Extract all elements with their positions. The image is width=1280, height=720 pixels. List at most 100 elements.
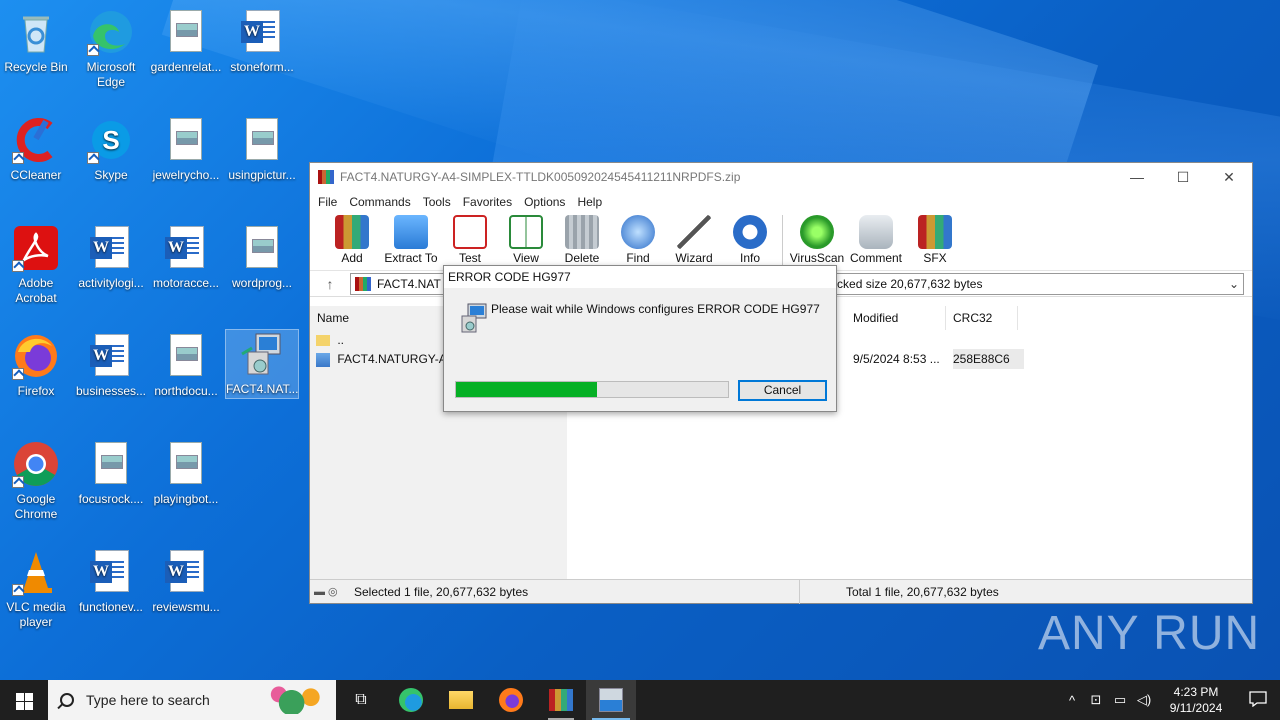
dialog-title[interactable]: ERROR CODE HG977 <box>444 266 836 288</box>
desktop-icon-vlc[interactable]: VLC media player <box>0 548 72 630</box>
clock[interactable]: 4:23 PM 9/11/2024 <box>1156 684 1236 716</box>
column-header-name[interactable]: Name <box>310 306 450 330</box>
word-document-icon: W <box>162 548 210 596</box>
firefox-icon <box>12 332 60 380</box>
volume-icon[interactable]: ◁) <box>1132 692 1156 708</box>
column-header-modified[interactable]: Modified <box>846 306 946 330</box>
start-button[interactable] <box>0 680 48 720</box>
chevron-up-icon[interactable]: ^ <box>1060 693 1084 708</box>
up-arrow-icon[interactable]: ↑ <box>310 276 350 292</box>
taskbar-firefox[interactable] <box>486 680 536 720</box>
toolbar-info-button[interactable]: Info <box>722 213 778 265</box>
toolbar-separator <box>782 215 783 265</box>
menu-help[interactable]: Help <box>571 195 608 209</box>
shortcut-arrow-icon <box>12 476 24 488</box>
desktop-icon-focusrock[interactable]: focusrock.... <box>75 440 147 507</box>
image-file-icon <box>162 332 210 380</box>
desktop-icon-wordprog[interactable]: wordprog... <box>226 224 298 291</box>
desktop-icon-ccleaner[interactable]: CCleaner <box>0 116 72 183</box>
toolbar-virusscan-button[interactable]: VirusScan <box>789 213 845 265</box>
add-books-icon <box>335 215 369 249</box>
title-bar[interactable]: FACT4.NATURGY-A4-SIMPLEX-TTLDK0050920245… <box>310 163 1252 191</box>
desktop-icon-microsoft-edge[interactable]: Microsoft Edge <box>75 8 147 90</box>
menu-file[interactable]: File <box>312 195 343 209</box>
row-crc32: 258E88C6 <box>953 349 1024 369</box>
shortcut-arrow-icon <box>12 368 24 380</box>
taskbar-search-box[interactable]: Type here to search <box>48 680 336 720</box>
taskbar-edge[interactable] <box>386 680 436 720</box>
cancel-button[interactable]: Cancel <box>738 380 827 401</box>
archive-size-text: npacked size 20,677,632 bytes <box>817 276 983 291</box>
toolbar-wizard-button[interactable]: Wizard <box>666 213 722 265</box>
desktop-icon-usingpictur[interactable]: usingpictur... <box>226 116 298 183</box>
taskbar-winrar[interactable] <box>536 680 586 720</box>
desktop-icon-firefox[interactable]: Firefox <box>0 332 72 399</box>
task-view-button[interactable]: ⧉ <box>336 680 386 720</box>
menu-tools[interactable]: Tools <box>417 195 457 209</box>
chevron-down-icon[interactable]: ⌄ <box>1229 277 1239 291</box>
column-header-crc32[interactable]: CRC32 <box>946 306 1018 330</box>
toolbar-add-button[interactable]: Add <box>324 213 380 265</box>
row-name: FACT4.NATURGY-A4- <box>337 352 458 366</box>
toolbar-label: Find <box>626 251 650 265</box>
toolbar-view-button[interactable]: View <box>498 213 554 265</box>
desktop-icon-adobe-acrobat[interactable]: Adobe Acrobat <box>0 224 72 306</box>
winrar-app-icon <box>318 170 334 184</box>
toolbar-comment-button[interactable]: Comment <box>845 213 907 265</box>
network-icon[interactable]: ▭ <box>1108 692 1132 708</box>
desktop-icon-google-chrome[interactable]: Google Chrome <box>0 440 72 522</box>
toolbar-label: Info <box>739 251 760 265</box>
menu-commands[interactable]: Commands <box>343 195 416 209</box>
edge-icon <box>87 8 135 56</box>
desktop-icon-businesses[interactable]: W businesses... <box>75 332 147 399</box>
row-name: .. <box>337 333 345 347</box>
icon-label: gardenrelat... <box>150 60 222 74</box>
toolbar-find-button[interactable]: Find <box>610 213 666 265</box>
skype-icon: S <box>87 116 135 164</box>
network-alt-icon[interactable]: ⊡ <box>1084 692 1108 708</box>
desktop-icon-recycle-bin[interactable]: Recycle Bin <box>0 8 72 75</box>
icon-label: Firefox <box>17 384 55 398</box>
desktop-icon-activitylogi[interactable]: W activitylogi... <box>75 224 147 291</box>
image-file-icon <box>162 8 210 56</box>
desktop-icon-reviewsmu[interactable]: W reviewsmu... <box>150 548 222 615</box>
table-row[interactable]: .. <box>316 330 344 350</box>
taskbar-installer[interactable] <box>586 680 636 720</box>
vlc-cone-icon <box>12 548 60 596</box>
desktop-icon-playingbot[interactable]: playingbot... <box>150 440 222 507</box>
magnifier-icon <box>621 215 655 249</box>
desktop-icon-skype[interactable]: S Skype <box>75 116 147 183</box>
desktop-icon-jewelrycho[interactable]: jewelrycho... <box>150 116 222 183</box>
notification-icon[interactable] <box>1236 690 1280 710</box>
icon-label: Google Chrome <box>14 492 58 521</box>
menu-options[interactable]: Options <box>518 195 571 209</box>
desktop-icon-fact4[interactable]: FACT4.NAT... <box>225 329 299 399</box>
icon-label: FACT4.NAT... <box>226 382 299 396</box>
minimize-button[interactable]: — <box>1114 163 1160 191</box>
close-button[interactable]: ✕ <box>1206 163 1252 191</box>
shortcut-arrow-icon <box>12 260 24 272</box>
toolbar-extract-to-button[interactable]: Extract To <box>380 213 442 265</box>
toolbar-test-button[interactable]: Test <box>442 213 498 265</box>
toolbar-label: Extract To <box>384 251 438 265</box>
icon-label: stoneform... <box>230 60 294 74</box>
taskbar-file-explorer[interactable] <box>436 680 486 720</box>
search-highlight-illustration-icon <box>266 686 330 714</box>
shortcut-arrow-icon <box>12 152 24 164</box>
word-document-icon: W <box>162 224 210 272</box>
desktop-icon-stoneform[interactable]: W stoneform... <box>226 8 298 75</box>
desktop-icon-functionev[interactable]: W functionev... <box>75 548 147 615</box>
toolbar-sfx-button[interactable]: SFX <box>907 213 963 265</box>
info-icon <box>733 215 767 249</box>
toolbar-delete-button[interactable]: Delete <box>554 213 610 265</box>
zip-archive-icon <box>355 276 371 291</box>
menu-favorites[interactable]: Favorites <box>457 195 518 209</box>
maximize-button[interactable]: ☐ <box>1160 163 1206 191</box>
desktop-icon-northdocu[interactable]: northdocu... <box>150 332 222 399</box>
desktop-icon-gardenrelat[interactable]: gardenrelat... <box>150 8 222 75</box>
icon-label: VLC media player <box>6 600 66 629</box>
icon-label: motoracce... <box>152 276 220 290</box>
installer-icon <box>456 302 488 334</box>
image-file-icon <box>238 224 286 272</box>
desktop-icon-motoracce[interactable]: W motoracce... <box>150 224 222 291</box>
